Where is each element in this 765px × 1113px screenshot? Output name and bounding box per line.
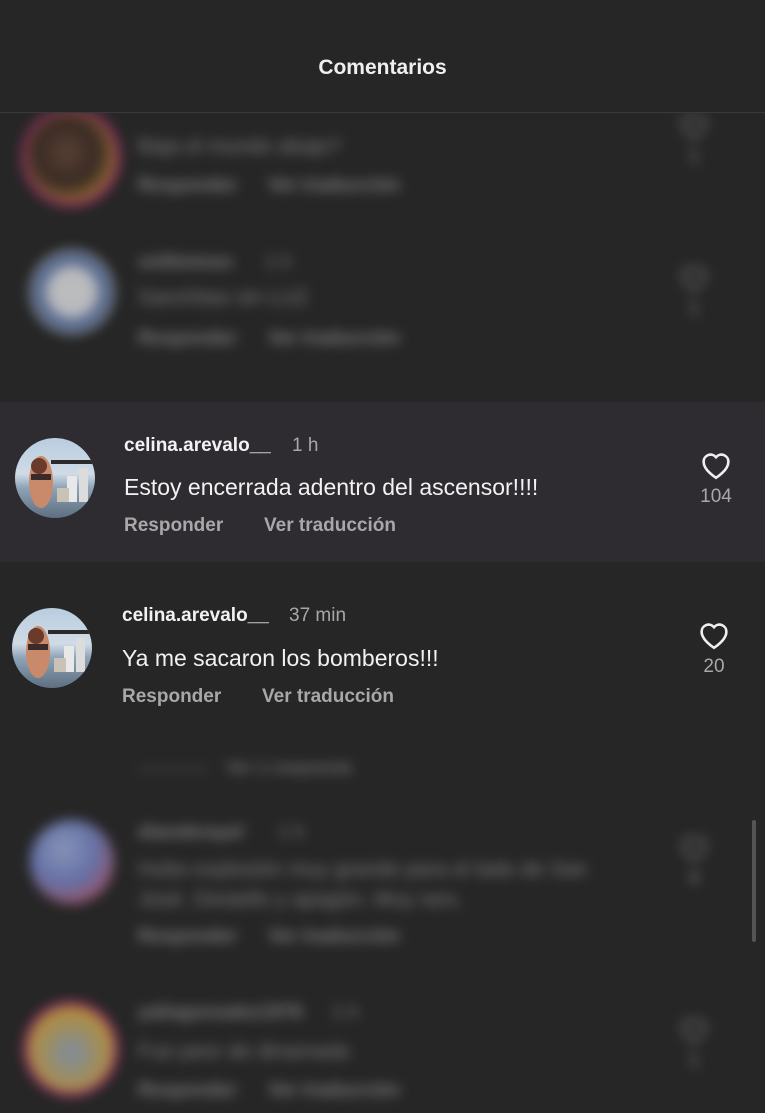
view-replies-button[interactable]: Ver 1 respuesta bbox=[138, 758, 765, 778]
comment-username[interactable]: celina.arevalo__ bbox=[122, 605, 269, 627]
reply-button[interactable]: Responder bbox=[138, 926, 237, 948]
like-count: 1 bbox=[688, 146, 700, 167]
reply-button[interactable]: Responder bbox=[124, 515, 223, 537]
translate-button[interactable]: Ver traducción bbox=[268, 328, 400, 350]
comment-item: yaliagonzalez1976 1 h Fue peor de dinama… bbox=[0, 990, 765, 1113]
heart-icon bbox=[681, 1019, 707, 1044]
translate-button[interactable]: Ver traducción bbox=[268, 926, 400, 948]
comment-item: celina.arevalo__ 1 h Estoy encerrada ade… bbox=[0, 402, 765, 562]
like-button[interactable]: 1 bbox=[674, 1014, 714, 1072]
like-count: 104 bbox=[700, 486, 732, 507]
reply-button[interactable]: Responder bbox=[138, 328, 237, 350]
heart-icon bbox=[702, 453, 730, 480]
comment-item: celina.arevalo__ 37 min Ya me sacaron lo… bbox=[0, 572, 765, 732]
like-button[interactable]: 104 bbox=[696, 448, 736, 508]
like-button[interactable]: 4 bbox=[674, 832, 714, 890]
comment-text: Fue peor de dinamada bbox=[138, 1040, 350, 1063]
reply-button[interactable]: Responder bbox=[138, 175, 237, 197]
heart-icon bbox=[700, 623, 728, 650]
heart-icon bbox=[681, 267, 707, 292]
comment-text-line-1: Hubo explosión muy grande para el lado d… bbox=[138, 858, 588, 881]
comment-username[interactable]: celina.arevalo__ bbox=[124, 435, 271, 457]
translate-button[interactable]: Ver traducción bbox=[262, 686, 394, 708]
comment-username[interactable]: sn0lmmon bbox=[138, 252, 233, 274]
reply-button[interactable]: Responder bbox=[122, 686, 221, 708]
comment-time: 1 h bbox=[332, 1002, 359, 1023]
avatar-photo bbox=[26, 626, 92, 678]
comment-item: sn0lmmon 1 h Sanchitas sin LUZ Responder… bbox=[0, 240, 765, 370]
comment-item: dianderayel 1 h Hubo explosión muy grand… bbox=[0, 810, 765, 960]
view-replies-label: Ver 1 respuesta bbox=[226, 758, 352, 777]
comment-time: 1 h bbox=[265, 252, 292, 273]
scrollbar[interactable] bbox=[752, 820, 756, 942]
like-button[interactable]: 20 bbox=[694, 618, 734, 678]
avatar[interactable] bbox=[30, 250, 114, 334]
comment-time: 1 h bbox=[292, 435, 319, 456]
like-count: 1 bbox=[688, 1050, 700, 1071]
avatar[interactable] bbox=[28, 1006, 114, 1092]
translate-button[interactable]: Ver traducción bbox=[268, 175, 400, 197]
comments-header: Comentarios bbox=[0, 0, 765, 113]
avatar[interactable] bbox=[30, 820, 114, 904]
avatar[interactable] bbox=[15, 438, 95, 518]
comment-time: 1 h bbox=[278, 822, 305, 843]
comment-username[interactable]: dianderayel bbox=[138, 822, 244, 844]
translate-button[interactable]: Ver traducción bbox=[268, 1080, 400, 1102]
translate-button[interactable]: Ver traducción bbox=[264, 515, 396, 537]
comment-text: Ya me sacaron los bomberos!!! bbox=[122, 645, 439, 671]
comment-text: Baja el mundo abajo? bbox=[138, 135, 342, 158]
comment-text-line-2: José. Destello y apagón. Muy raro. bbox=[138, 888, 463, 911]
like-button[interactable]: 1 bbox=[674, 110, 714, 168]
avatar[interactable] bbox=[12, 608, 92, 688]
comment-time: 37 min bbox=[289, 605, 347, 626]
comment-text: Estoy encerrada adentro del ascensor!!!! bbox=[124, 474, 539, 500]
page-title: Comentarios bbox=[318, 56, 447, 79]
like-count: 4 bbox=[688, 868, 700, 889]
avatar[interactable] bbox=[26, 112, 116, 202]
like-count: 1 bbox=[688, 298, 700, 319]
like-count: 20 bbox=[703, 656, 725, 677]
replies-divider bbox=[138, 768, 208, 770]
comment-text: Sanchitas sin LUZ bbox=[138, 286, 309, 309]
heart-icon bbox=[681, 115, 707, 140]
reply-button[interactable]: Responder bbox=[138, 1080, 237, 1102]
comment-username[interactable]: yaliagonzalez1976 bbox=[138, 1002, 303, 1024]
avatar-photo bbox=[29, 456, 95, 508]
like-button[interactable]: 1 bbox=[674, 262, 714, 320]
heart-icon bbox=[681, 837, 707, 862]
